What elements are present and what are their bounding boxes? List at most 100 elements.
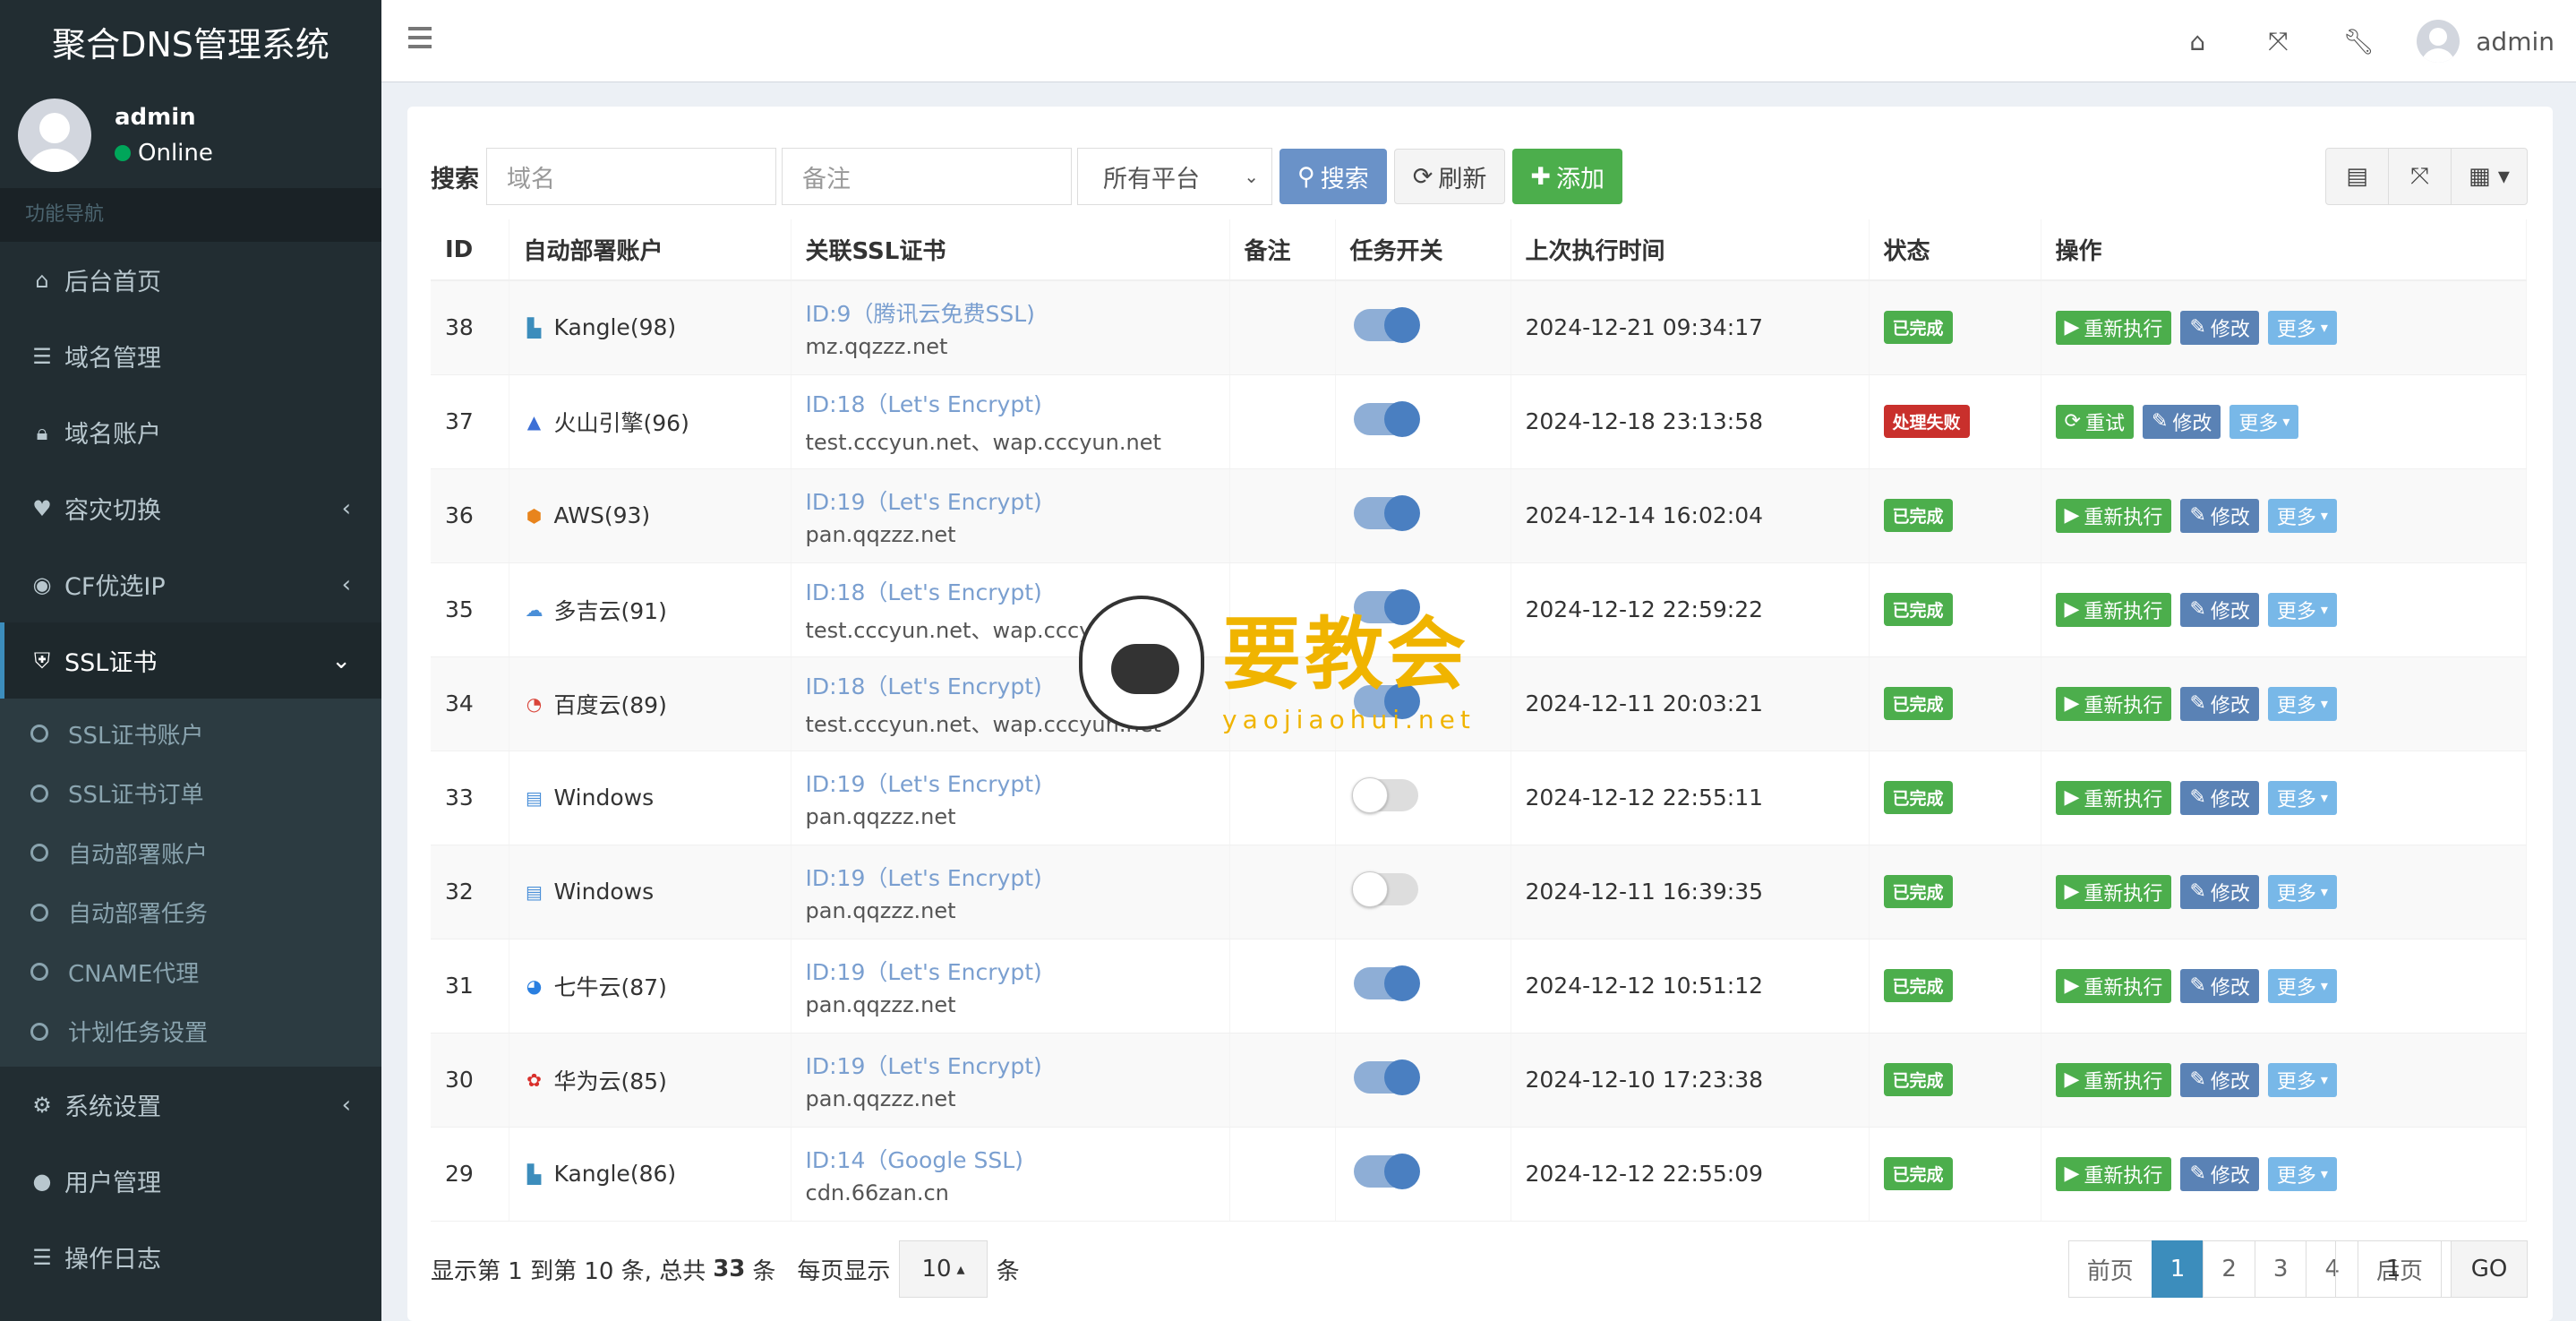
sidebar-item-ssl[interactable]: ⛨ SSL证书 ⌄ xyxy=(0,622,381,699)
wrench-icon[interactable]: 🔧︎ xyxy=(2318,27,2399,56)
rerun-button[interactable]: ▶ 重新执行 xyxy=(2055,686,2172,721)
cell-account: ▙ Kangle(86) xyxy=(509,1127,792,1222)
submenu-item-ssl-accounts[interactable]: SSL证书账户 xyxy=(0,704,381,764)
prev-page-button[interactable]: 前页 xyxy=(2067,1240,2152,1298)
cert-link[interactable]: ID:18（Let's Encrypt) xyxy=(806,387,1229,419)
more-button[interactable]: 更多 ▾ xyxy=(2267,592,2337,627)
app-title[interactable]: 聚合DNS管理系统 xyxy=(0,0,381,82)
col-header[interactable]: 操作 xyxy=(2041,219,2527,281)
cell-time: 2024-12-18 23:13:58 xyxy=(1511,374,1870,469)
sidebar-item-home[interactable]: ⌂ 后台首页 xyxy=(0,242,381,318)
col-header[interactable]: 状态 xyxy=(1869,219,2041,281)
submenu-item-deploy-accounts[interactable]: 自动部署账户 xyxy=(0,823,381,883)
submenu-item-cron[interactable]: 计划任务设置 xyxy=(0,1002,381,1062)
task-toggle[interactable] xyxy=(1353,400,1420,437)
qiniu-icon: ◕ xyxy=(526,974,543,997)
task-toggle[interactable] xyxy=(1351,776,1418,813)
rerun-button[interactable]: ▶ 重新执行 xyxy=(2055,498,2172,533)
edit-button[interactable]: ✎ 修改 xyxy=(2180,1156,2259,1191)
task-toggle[interactable] xyxy=(1353,965,1420,1001)
cell-actions: ▶ 重新执行 ✎ 修改 更多 ▾ xyxy=(2041,751,2527,845)
refresh-button[interactable]: ⟳ 刷新 xyxy=(1393,149,1506,204)
sidebar-item-domain-accounts[interactable]: 🔒︎ 域名账户 xyxy=(0,394,381,470)
rerun-button[interactable]: ▶ 重新执行 xyxy=(2055,592,2172,627)
fullscreen-icon[interactable]: ⤧ xyxy=(2238,26,2318,56)
cert-link[interactable]: ID:19（Let's Encrypt) xyxy=(806,485,1229,517)
sidebar-item-users[interactable]: ● 用户管理 xyxy=(0,1143,381,1219)
sidebar-item-settings[interactable]: ⚙ 系统设置 ‹ xyxy=(0,1067,381,1143)
columns-icon[interactable]: ▦ ▾ xyxy=(2452,149,2527,204)
fullscreen-icon[interactable]: ⤧ xyxy=(2389,149,2452,204)
cert-link[interactable]: ID:9（腾讯云免费SSL) xyxy=(806,296,1229,329)
edit-button[interactable]: ✎ 修改 xyxy=(2180,1062,2259,1097)
more-button[interactable]: 更多 ▾ xyxy=(2267,780,2337,815)
per-page-select[interactable]: 10 ▴ xyxy=(899,1240,988,1298)
edit-button[interactable]: ✎ 修改 xyxy=(2180,780,2259,815)
more-button[interactable]: 更多 ▾ xyxy=(2267,1062,2337,1097)
rerun-button[interactable]: ▶ 重新执行 xyxy=(2055,968,2172,1003)
sidebar-item-logs[interactable]: ☰ 操作日志 xyxy=(0,1219,381,1295)
more-button[interactable]: 更多 ▾ xyxy=(2267,498,2337,533)
edit-button[interactable]: ✎ 修改 xyxy=(2180,874,2259,909)
more-button[interactable]: 更多 ▾ xyxy=(2267,1156,2337,1191)
cert-link[interactable]: ID:19（Let's Encrypt) xyxy=(806,955,1229,987)
retry-button[interactable]: ⟳ 重试 xyxy=(2055,404,2134,439)
user-menu[interactable]: admin xyxy=(2417,20,2555,63)
more-button[interactable]: 更多 ▾ xyxy=(2267,874,2337,909)
col-header[interactable]: ID xyxy=(431,219,509,281)
col-header[interactable]: 关联SSL证书 xyxy=(791,219,1230,281)
submenu-item-deploy-tasks[interactable]: 自动部署任务 xyxy=(0,883,381,943)
col-header[interactable]: 备注 xyxy=(1229,219,1336,281)
edit-button[interactable]: ✎ 修改 xyxy=(2180,592,2259,627)
sidebar-item-domains[interactable]: ☰ 域名管理 xyxy=(0,318,381,394)
menu-toggle-icon[interactable] xyxy=(408,27,432,54)
platform-select[interactable]: 所有平台 ⌄ xyxy=(1077,148,1272,205)
more-button[interactable]: 更多 ▾ xyxy=(2267,968,2337,1003)
col-header[interactable]: 上次执行时间 xyxy=(1511,219,1870,281)
goto-button[interactable]: GO xyxy=(2451,1240,2528,1298)
page-button[interactable]: 3 xyxy=(2254,1240,2307,1298)
page-button[interactable]: 2 xyxy=(2203,1240,2255,1298)
sidebar-item-cf-ip[interactable]: ◉ CF优选IP ‹ xyxy=(0,546,381,622)
cert-link[interactable]: ID:14（Google SSL) xyxy=(806,1143,1229,1175)
cert-link[interactable]: ID:19（Let's Encrypt) xyxy=(806,767,1229,799)
more-button[interactable]: 更多 ▾ xyxy=(2229,404,2299,439)
rerun-button[interactable]: ▶ 重新执行 xyxy=(2055,1062,2172,1097)
submenu-item-ssl-orders[interactable]: SSL证书订单 xyxy=(0,764,381,824)
edit-button[interactable]: ✎ 修改 xyxy=(2180,310,2259,345)
cert-link[interactable]: ID:19（Let's Encrypt) xyxy=(806,861,1229,893)
task-toggle[interactable] xyxy=(1353,306,1420,343)
page-button[interactable]: 1 xyxy=(2151,1240,2204,1298)
task-toggle[interactable] xyxy=(1351,871,1418,907)
chevron-left-icon: ‹ xyxy=(341,494,351,522)
rerun-button[interactable]: ▶ 重新执行 xyxy=(2055,874,2172,909)
edit-button[interactable]: ✎ 修改 xyxy=(2142,404,2221,439)
add-button[interactable]: ✚ 添加 xyxy=(1512,149,1623,204)
edit-button[interactable]: ✎ 修改 xyxy=(2180,498,2259,533)
account-name: 百度云(89) xyxy=(553,691,667,718)
col-header[interactable]: 自动部署账户 xyxy=(509,219,792,281)
rerun-button[interactable]: ▶ 重新执行 xyxy=(2055,780,2172,815)
task-toggle[interactable] xyxy=(1353,1153,1420,1189)
cell-switch xyxy=(1335,1127,1511,1222)
goto-page-input[interactable]: 1 xyxy=(2335,1240,2452,1298)
sidebar-item-failover[interactable]: ♥ 容灾切换 ‹ xyxy=(0,470,381,546)
toggle-view-icon[interactable]: ▤ xyxy=(2326,149,2389,204)
submenu-item-cname[interactable]: CNAME代理 xyxy=(0,942,381,1002)
search-button[interactable]: ⚲ 搜索 xyxy=(1279,149,1387,204)
remark-input[interactable]: 备注 xyxy=(782,148,1072,205)
edit-button[interactable]: ✎ 修改 xyxy=(2180,686,2259,721)
task-toggle[interactable] xyxy=(1353,1059,1420,1095)
edit-button[interactable]: ✎ 修改 xyxy=(2180,968,2259,1003)
task-toggle[interactable] xyxy=(1353,494,1420,531)
more-button[interactable]: 更多 ▾ xyxy=(2267,310,2337,345)
home-icon[interactable]: ⌂ xyxy=(2157,27,2238,56)
rerun-button[interactable]: ▶ 重新执行 xyxy=(2055,310,2172,345)
edit-icon: ✎ xyxy=(2189,598,2206,621)
status-badge: 已完成 xyxy=(1883,499,1953,532)
domain-input[interactable]: 域名 xyxy=(486,148,776,205)
cert-link[interactable]: ID:19（Let's Encrypt) xyxy=(806,1049,1229,1081)
more-button[interactable]: 更多 ▾ xyxy=(2267,686,2337,721)
rerun-button[interactable]: ▶ 重新执行 xyxy=(2055,1156,2172,1191)
col-header[interactable]: 任务开关 xyxy=(1335,219,1511,281)
